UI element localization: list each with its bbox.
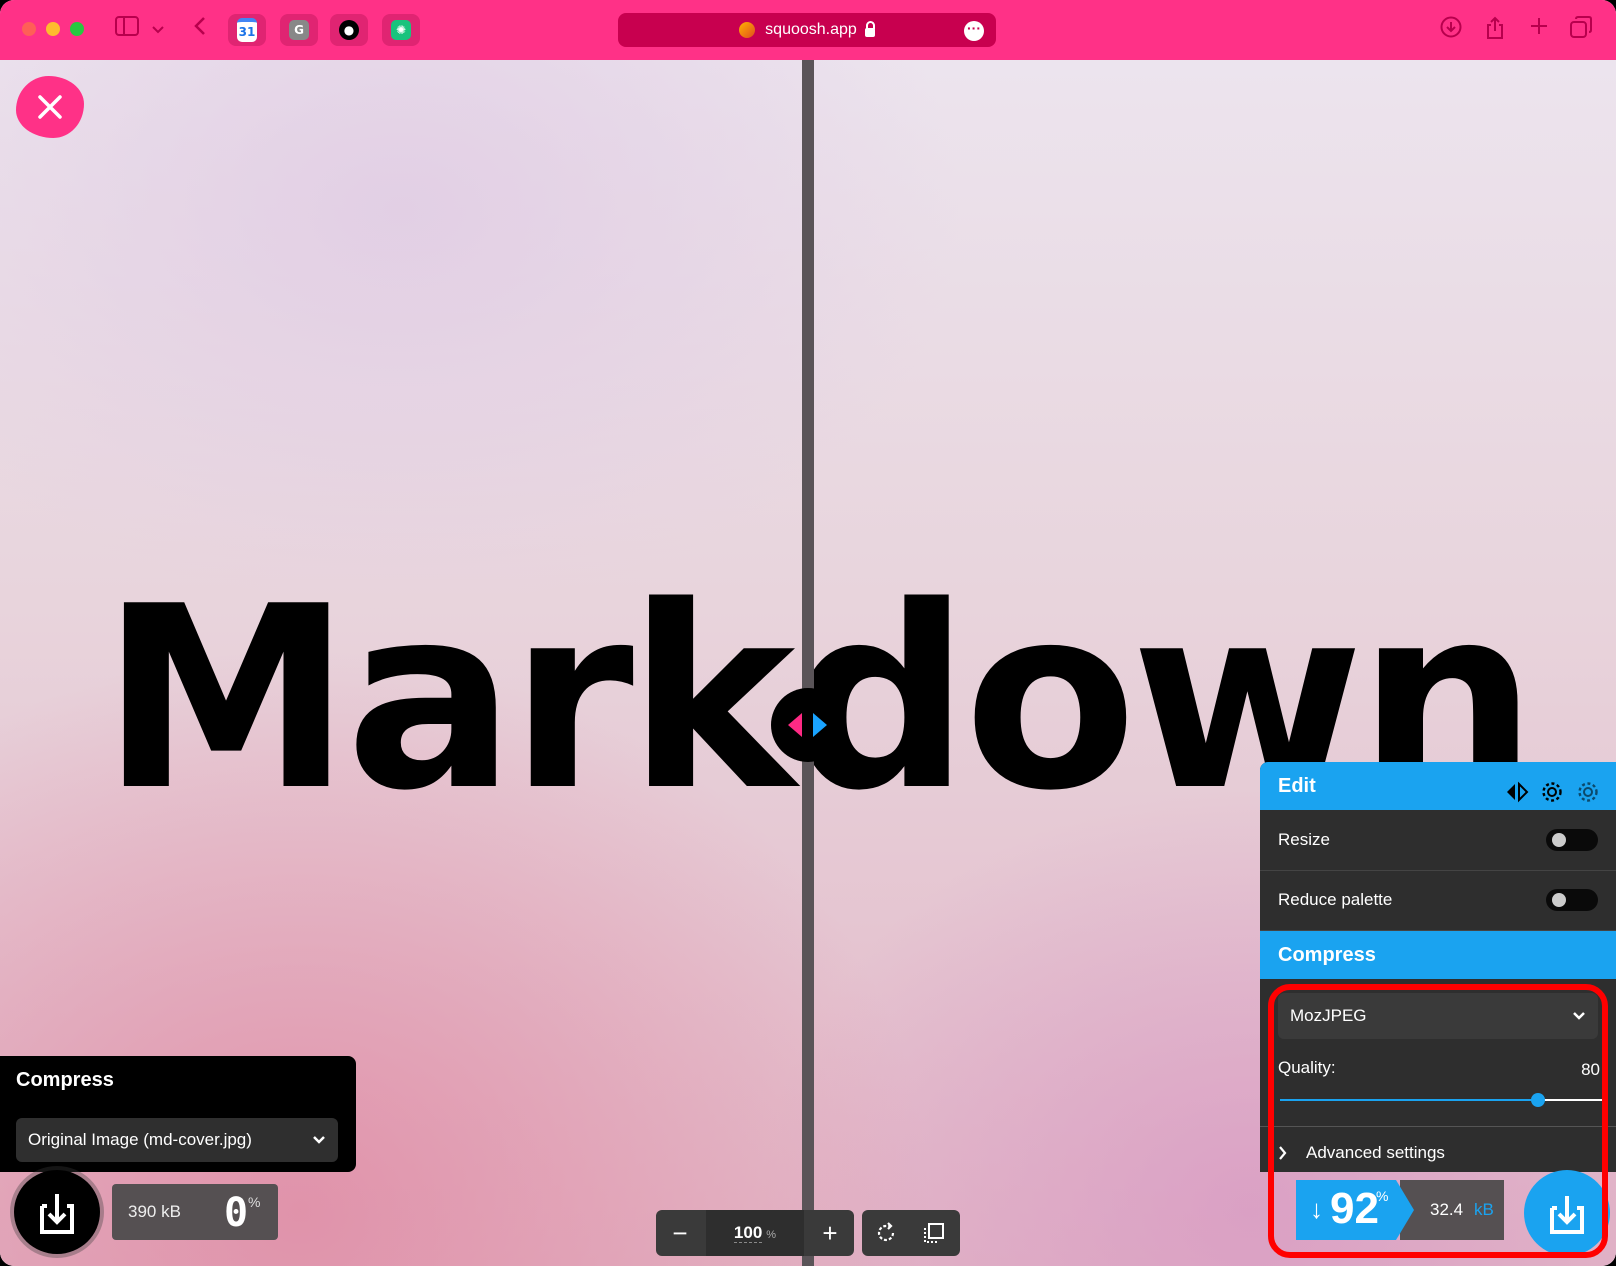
view-controls bbox=[862, 1210, 960, 1256]
compare-divider[interactable] bbox=[802, 60, 814, 1266]
chevron-down-icon[interactable] bbox=[150, 16, 166, 44]
reduce-palette-row: Reduce palette bbox=[1260, 870, 1616, 931]
zoom-in-button[interactable]: + bbox=[806, 1210, 854, 1256]
zoom-controls: − 100% + bbox=[656, 1210, 854, 1256]
downloads-icon[interactable] bbox=[1438, 16, 1464, 46]
squoosh-favicon-icon bbox=[739, 22, 756, 38]
share-icon[interactable] bbox=[1482, 16, 1508, 48]
background-toggle-icon[interactable] bbox=[922, 1221, 946, 1250]
zoom-out-button[interactable]: − bbox=[656, 1210, 704, 1256]
lock-icon bbox=[864, 20, 875, 37]
browser-toolbar: 31 G ● ✺ squoosh.app ··· bbox=[0, 0, 1616, 60]
maximize-window-button[interactable] bbox=[70, 22, 84, 36]
back-icon[interactable] bbox=[190, 16, 210, 44]
zoom-level-input[interactable]: 100% bbox=[706, 1210, 804, 1256]
close-window-button[interactable] bbox=[22, 22, 36, 36]
address-bar[interactable]: squoosh.app ··· bbox=[618, 13, 996, 47]
tab-github[interactable]: ● bbox=[330, 14, 368, 46]
url-text: squoosh.app bbox=[765, 21, 857, 38]
original-percent-unit: % bbox=[248, 1194, 261, 1210]
google-icon: G bbox=[289, 20, 309, 40]
left-codec-select[interactable]: Original Image (md-cover.jpg) bbox=[16, 1118, 338, 1162]
compress-section-header: Compress bbox=[1260, 931, 1616, 979]
compare-slider-handle[interactable] bbox=[771, 688, 845, 762]
original-percent: 0 bbox=[224, 1190, 249, 1236]
tab-google[interactable]: G bbox=[280, 14, 318, 46]
download-icon bbox=[40, 1194, 74, 1234]
more-icon[interactable]: ··· bbox=[964, 21, 984, 41]
original-size-badge: 390 kB 0 % bbox=[112, 1184, 278, 1240]
chevron-down-icon bbox=[312, 1118, 326, 1162]
left-compress-panel: Compress Original Image (md-cover.jpg) bbox=[0, 1056, 356, 1172]
zoom-value: 100 bbox=[733, 1223, 763, 1243]
new-tab-icon[interactable] bbox=[1526, 16, 1552, 44]
sidebar-toggle-icon[interactable] bbox=[114, 16, 140, 44]
arrow-left-icon bbox=[788, 713, 802, 737]
close-image-button[interactable] bbox=[16, 76, 84, 138]
download-original-button[interactable] bbox=[14, 1170, 100, 1254]
calendar-icon: 31 bbox=[237, 18, 257, 42]
close-icon bbox=[38, 95, 62, 119]
resize-toggle[interactable] bbox=[1546, 829, 1598, 851]
resize-row: Resize bbox=[1260, 810, 1616, 871]
left-codec-value: Original Image (md-cover.jpg) bbox=[28, 1130, 252, 1149]
rotate-icon[interactable] bbox=[874, 1221, 898, 1250]
tab-google-calendar[interactable]: 31 bbox=[228, 14, 266, 46]
resize-label: Resize bbox=[1278, 830, 1330, 849]
reduce-palette-toggle[interactable] bbox=[1546, 889, 1598, 911]
edit-title: Edit bbox=[1278, 775, 1316, 797]
github-icon: ● bbox=[339, 20, 359, 40]
edit-section-header: Edit bbox=[1260, 762, 1616, 810]
browser-window: 31 G ● ✺ squoosh.app ··· Markd bbox=[0, 0, 1616, 1266]
compress-title: Compress bbox=[1278, 944, 1376, 966]
minimize-window-button[interactable] bbox=[46, 22, 60, 36]
highlight-annotation-box bbox=[1268, 984, 1608, 1258]
tab-chatgpt[interactable]: ✺ bbox=[382, 14, 420, 46]
chatgpt-icon: ✺ bbox=[391, 20, 411, 40]
original-size-value: 390 kB bbox=[128, 1202, 181, 1221]
tab-overview-icon[interactable] bbox=[1568, 16, 1594, 46]
arrow-right-icon bbox=[813, 713, 827, 737]
reduce-palette-label: Reduce palette bbox=[1278, 890, 1393, 909]
zoom-unit: % bbox=[766, 1229, 777, 1241]
left-panel-title: Compress bbox=[16, 1069, 114, 1091]
